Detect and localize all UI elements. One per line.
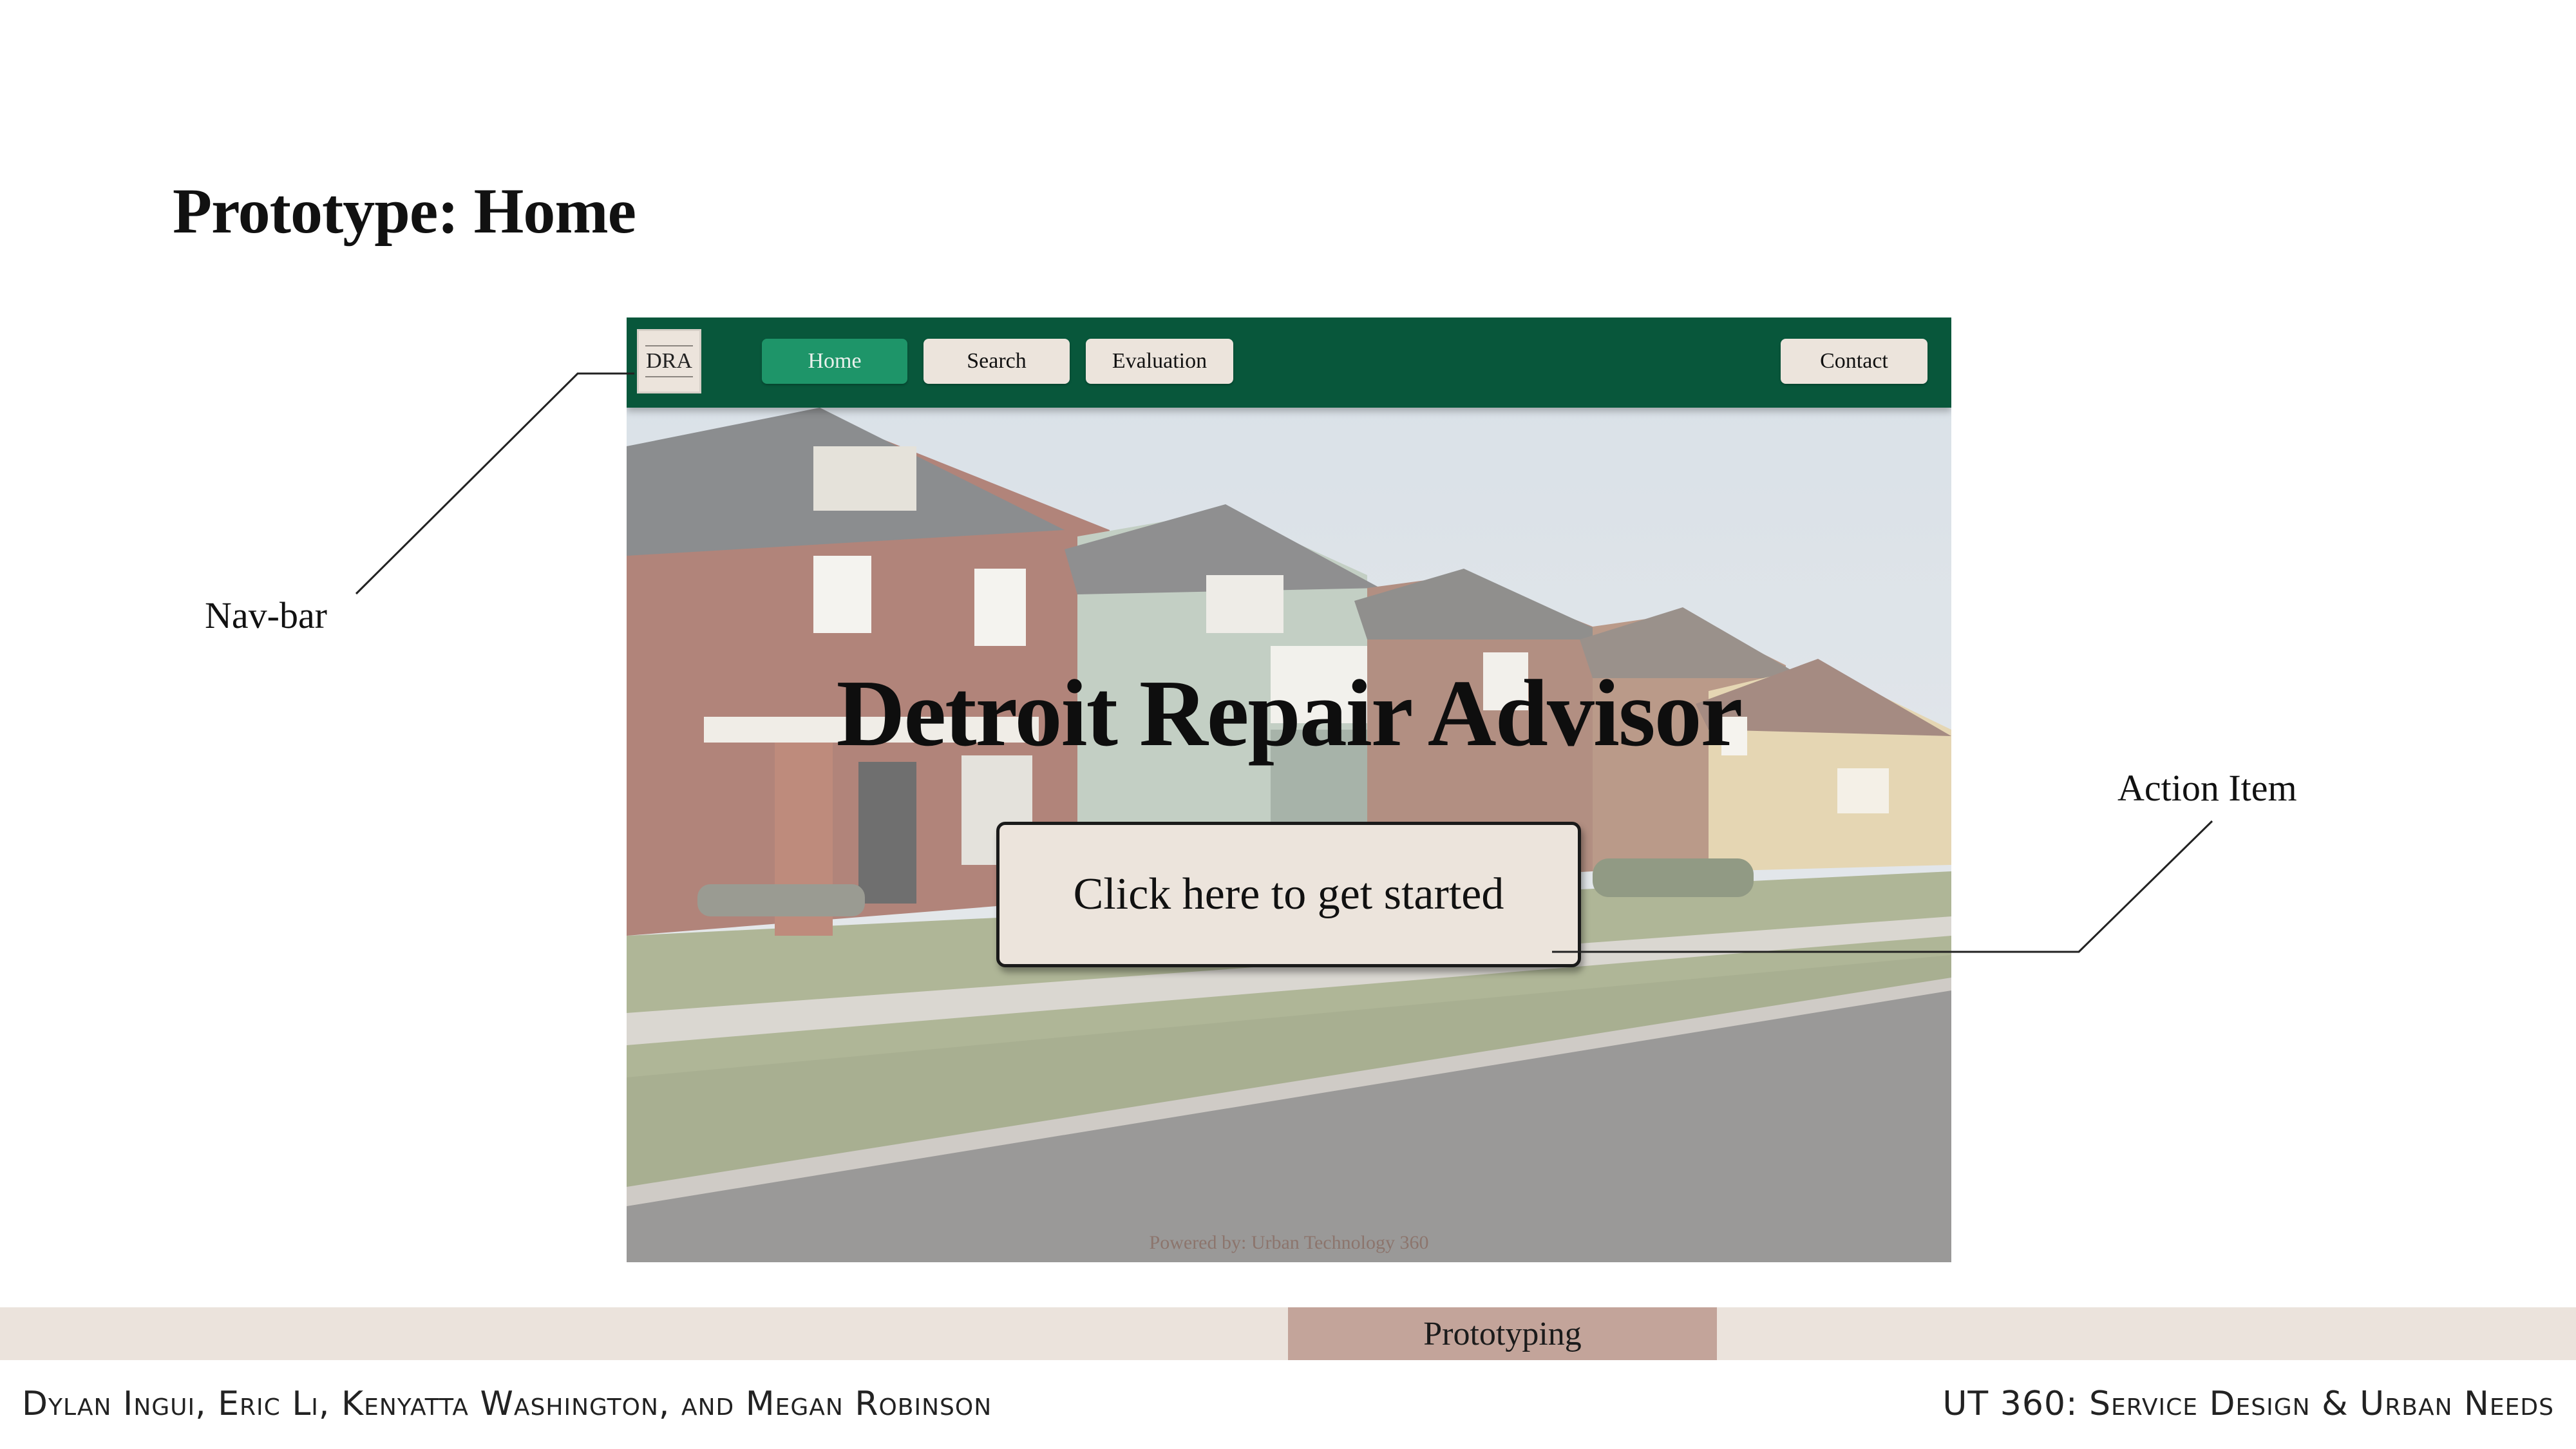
navbar: DRA Home Search Evaluation Contact [627, 317, 1951, 408]
powered-by-text: Powered by: Urban Technology 360 [1149, 1232, 1429, 1253]
section-tab: Prototyping [1288, 1307, 1717, 1360]
nav-evaluation-button[interactable]: Evaluation [1086, 339, 1233, 384]
nav-search-button[interactable]: Search [923, 339, 1070, 384]
navbar-annotation: Nav-bar [205, 594, 328, 636]
course-title: UT 360: Service Design & Urban Needs [1942, 1385, 2554, 1423]
street-houses-photo [627, 317, 1951, 1262]
slide-title: Prototype: Home [173, 175, 636, 247]
nav-contact-button[interactable]: Contact [1781, 339, 1927, 384]
logo[interactable]: DRA [637, 329, 701, 393]
prototype-screen: DRA Home Search Evaluation Contact Detro… [627, 317, 1951, 1262]
nav-home-button[interactable]: Home [762, 339, 907, 384]
hero-title: Detroit Repair Advisor [836, 661, 1743, 766]
authors: Dylan Ingui, Eric Li, Kenyatta Washingto… [22, 1385, 992, 1423]
navbar-leader-line [355, 372, 634, 595]
get-started-button[interactable]: Click here to get started [996, 822, 1581, 967]
action-item-annotation: Action Item [2117, 767, 2297, 809]
